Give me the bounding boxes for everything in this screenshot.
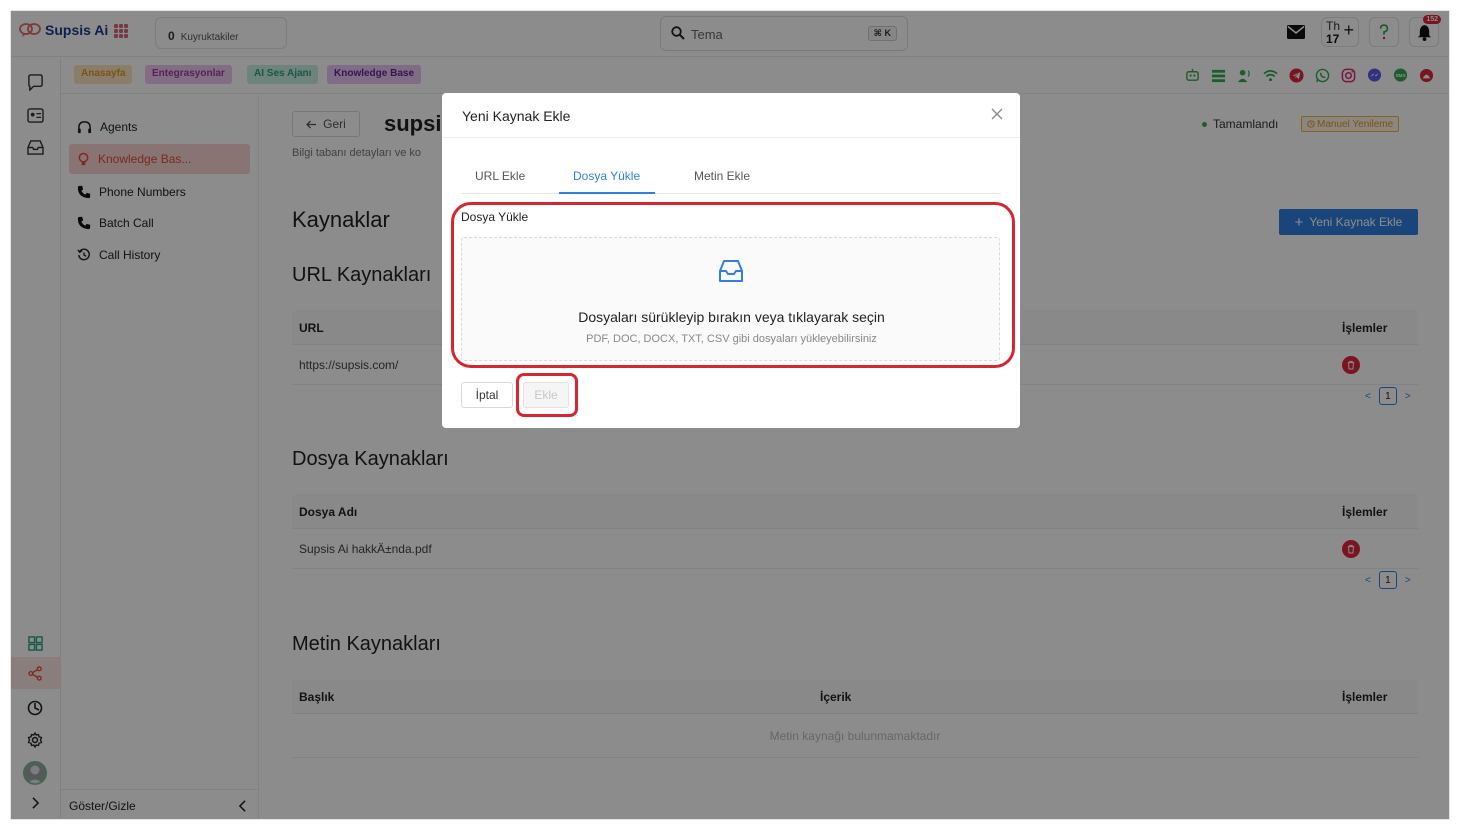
tab-file-upload[interactable]: Dosya Yükle (573, 169, 640, 183)
tab-text[interactable]: Metin Ekle (694, 169, 750, 183)
source-tabs: URL Ekle Dosya Yükle Metin Ekle (461, 157, 1001, 194)
tab-url[interactable]: URL Ekle (475, 169, 525, 183)
cancel-button[interactable]: İptal (461, 382, 513, 408)
annotation-highlight-add-button (516, 373, 578, 417)
modal-divider (442, 137, 1020, 138)
annotation-highlight-dropzone (451, 202, 1015, 368)
app-window: Supsis Ai 0 Kuyruktakiler ⌘ K (10, 10, 1450, 820)
active-tab-indicator (559, 192, 655, 194)
modal-backdrop[interactable]: Yeni Kaynak Ekle URL Ekle Dosya Yükle Me… (11, 11, 1449, 819)
close-icon[interactable] (990, 107, 1004, 121)
add-source-modal: Yeni Kaynak Ekle URL Ekle Dosya Yükle Me… (442, 93, 1020, 428)
modal-title: Yeni Kaynak Ekle (462, 108, 571, 124)
